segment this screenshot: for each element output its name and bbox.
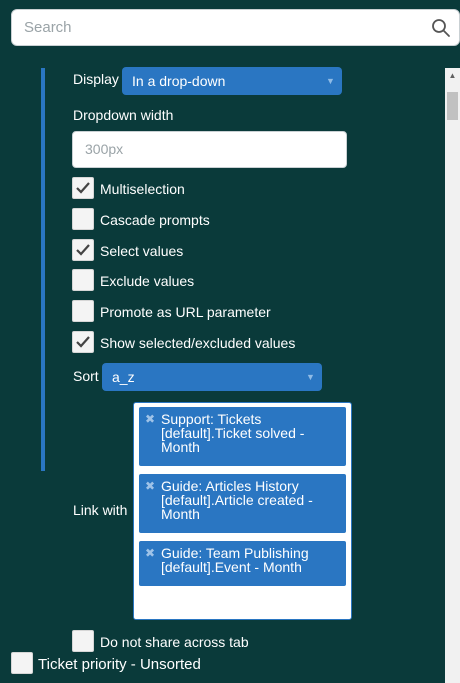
checkmark-icon [76, 244, 90, 256]
chevron-down-icon: ▼ [326, 76, 335, 86]
promote-url-parameter-label: Promote as URL parameter [100, 304, 271, 320]
checkmark-icon [76, 182, 90, 194]
display-select[interactable]: In a drop-down ▼ [122, 67, 342, 95]
sort-select-value: a_z [112, 369, 135, 385]
link-tag[interactable]: ✖ Guide: Team Publishing [default].Event… [139, 541, 346, 586]
dropdown-width-label: Dropdown width [73, 107, 174, 123]
tag-line: [default].Ticket solved - [161, 425, 305, 441]
ticket-priority-label: Ticket priority - Unsorted [38, 656, 201, 673]
promote-url-parameter-checkbox[interactable] [72, 300, 94, 322]
dropdown-width-field[interactable]: 300px [72, 131, 347, 168]
show-selected-excluded-label: Show selected/excluded values [100, 335, 296, 351]
tag-line: Guide: Team Publishing [161, 545, 309, 561]
remove-tag-icon[interactable]: ✖ [145, 413, 155, 425]
scroll-up-arrow-icon[interactable]: ▲ [445, 68, 460, 84]
select-values-label: Select values [100, 243, 184, 259]
do-not-share-checkbox[interactable] [72, 630, 94, 652]
link-with-tag-box[interactable]: ✖ Support: Tickets [default].Ticket solv… [133, 402, 352, 620]
tag-line: [default].Event - Month [161, 559, 302, 575]
ticket-priority-checkbox[interactable] [11, 652, 33, 674]
tag-line: Support: Tickets [161, 411, 262, 427]
chevron-down-icon: ▼ [306, 372, 315, 382]
display-select-value: In a drop-down [132, 73, 226, 89]
exclude-values-label: Exclude values [100, 273, 195, 289]
cascade-prompts-label: Cascade prompts [100, 212, 210, 228]
link-with-label: Link with [73, 502, 128, 518]
select-values-checkbox[interactable] [72, 239, 94, 261]
do-not-share-label: Do not share across tab [100, 634, 249, 650]
link-tag[interactable]: ✖ Support: Tickets [default].Ticket solv… [139, 407, 346, 466]
search-input[interactable] [12, 10, 422, 45]
tag-line: Month [161, 506, 200, 522]
show-selected-excluded-checkbox[interactable] [72, 331, 94, 353]
display-label: Display [73, 71, 119, 87]
cascade-prompts-checkbox[interactable] [72, 208, 94, 230]
search-box [11, 9, 460, 46]
tag-line: Guide: Articles History [161, 478, 299, 494]
link-tag[interactable]: ✖ Guide: Articles History [default].Arti… [139, 474, 346, 533]
tag-line: Month [161, 439, 200, 455]
search-icon[interactable] [431, 18, 451, 38]
tag-line: [default].Article created - [161, 492, 313, 508]
sort-select[interactable]: a_z ▼ [102, 363, 322, 391]
remove-tag-icon[interactable]: ✖ [145, 547, 155, 559]
sort-label: Sort [73, 368, 99, 384]
scrollbar-thumb[interactable] [447, 92, 458, 120]
scrollbar[interactable] [445, 68, 460, 683]
exclude-values-checkbox[interactable] [72, 269, 94, 291]
multiselection-checkbox[interactable] [72, 177, 94, 199]
remove-tag-icon[interactable]: ✖ [145, 480, 155, 492]
checkmark-icon [76, 336, 90, 348]
section-accent-bar [41, 68, 45, 471]
multiselection-label: Multiselection [100, 181, 185, 197]
